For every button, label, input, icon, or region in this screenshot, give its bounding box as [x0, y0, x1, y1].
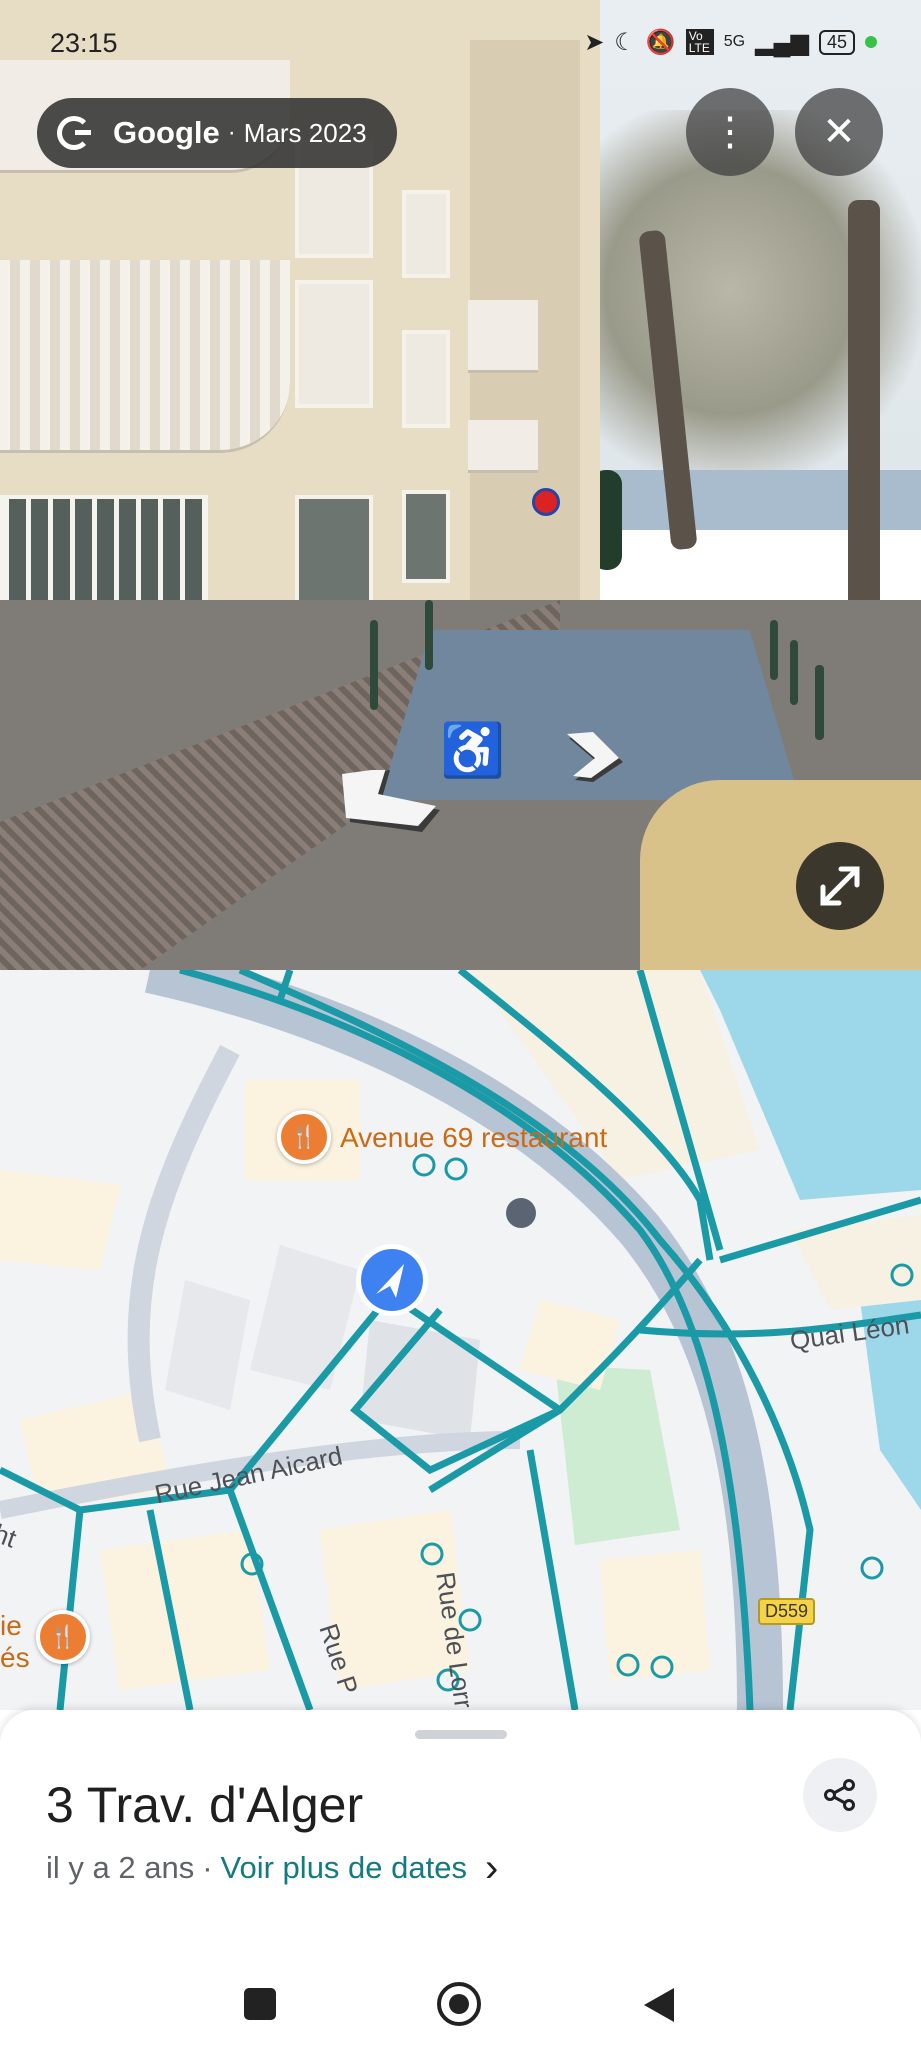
bus-stop-marker: [506, 1198, 536, 1228]
more-dates-link[interactable]: Voir plus de dates: [221, 1850, 467, 1886]
no-parking-sign: [532, 488, 560, 516]
nav-arrow-back[interactable]: [340, 770, 450, 840]
poi-label[interactable]: Avenue 69 restaurant: [340, 1122, 607, 1154]
railing: [425, 600, 433, 670]
railing: [370, 620, 378, 710]
place-bottom-sheet[interactable]: 3 Trav. d'Alger il y a 2 ans · Voir plus…: [0, 1710, 921, 2048]
recents-button[interactable]: [244, 1988, 276, 2020]
cutlery-icon: 🍴: [49, 1624, 77, 1649]
bollard: [815, 665, 824, 740]
network-label: 5G: [723, 33, 746, 50]
map-view[interactable]: 🍴 Avenue 69 restaurant 🍴 ie és Rue Jean …: [0, 970, 921, 1710]
building-footprint: [165, 1280, 250, 1410]
home-button[interactable]: [437, 1982, 481, 2026]
share-button[interactable]: [803, 1758, 877, 1832]
image-age: il y a 2 ans: [46, 1850, 195, 1885]
close-button[interactable]: ✕: [795, 88, 883, 176]
moon-icon: ☾: [614, 28, 636, 56]
building-footprint: [250, 1245, 360, 1390]
expand-icon: [820, 866, 860, 906]
location-arrow-icon: ➤: [584, 28, 605, 56]
poi-label-partial: ie: [0, 1610, 22, 1641]
restaurant-pin[interactable]: 🍴: [36, 1610, 90, 1664]
place-title: 3 Trav. d'Alger: [46, 1777, 364, 1833]
building-footprint: [100, 1530, 270, 1690]
window: [402, 330, 450, 428]
street-view-info-pill[interactable]: Google · Mars 2023: [37, 98, 397, 168]
status-icons: ➤ ☾ 🔕 Vo LTE 5G ▂▄▆ 45: [584, 22, 877, 62]
volte-icon: Vo LTE: [685, 29, 714, 55]
close-icon: ✕: [822, 110, 856, 154]
road-shield: D559: [758, 1598, 816, 1625]
balcony: [0, 260, 290, 453]
signal-5g-icon: ▂▄▆: [755, 28, 809, 56]
battery-icon: 45: [818, 29, 855, 55]
status-time: 23:15: [50, 28, 118, 58]
balcony: [468, 300, 538, 373]
charging-dot: [865, 36, 877, 48]
land-area: [790, 1215, 921, 1310]
building-footprint: [0, 1170, 120, 1270]
back-button[interactable]: [642, 1986, 676, 2024]
home-dot: [449, 1994, 469, 2014]
window: [402, 190, 450, 278]
more-options-button[interactable]: ⋮: [686, 88, 774, 176]
provider-label: Google: [113, 115, 220, 150]
android-nav-bar: [0, 1974, 921, 2048]
google-g-icon: [57, 116, 91, 150]
window: [295, 495, 373, 608]
bollard: [770, 620, 778, 680]
fullscreen-button[interactable]: [796, 842, 884, 930]
capture-date: Mars 2023: [243, 117, 367, 148]
mute-bell-icon: 🔕: [645, 28, 676, 56]
drag-handle[interactable]: [415, 1730, 507, 1739]
bollard: [790, 640, 798, 705]
window: [402, 490, 450, 583]
separator: ·: [202, 1850, 213, 1885]
poi-label-partial: és: [0, 1642, 30, 1673]
balcony: [468, 420, 538, 473]
restaurant-pin[interactable]: 🍴: [277, 1110, 331, 1164]
date-line: il y a 2 ans · Voir plus de dates ›: [46, 1848, 498, 1888]
share-icon: [824, 1779, 855, 1811]
more-vert-icon: ⋮: [710, 110, 750, 154]
nav-arrow-forward[interactable]: [565, 732, 627, 786]
chevron-right-icon[interactable]: ›: [485, 1848, 498, 1888]
window: [295, 280, 373, 408]
street-view-panorama[interactable]: ♿ 23:15 ➤ ☾ 🔕 Vo LTE 5G ▂▄▆ 45 Google · …: [0, 0, 921, 970]
cutlery-icon: 🍴: [290, 1124, 318, 1149]
separator: ·: [227, 119, 236, 146]
